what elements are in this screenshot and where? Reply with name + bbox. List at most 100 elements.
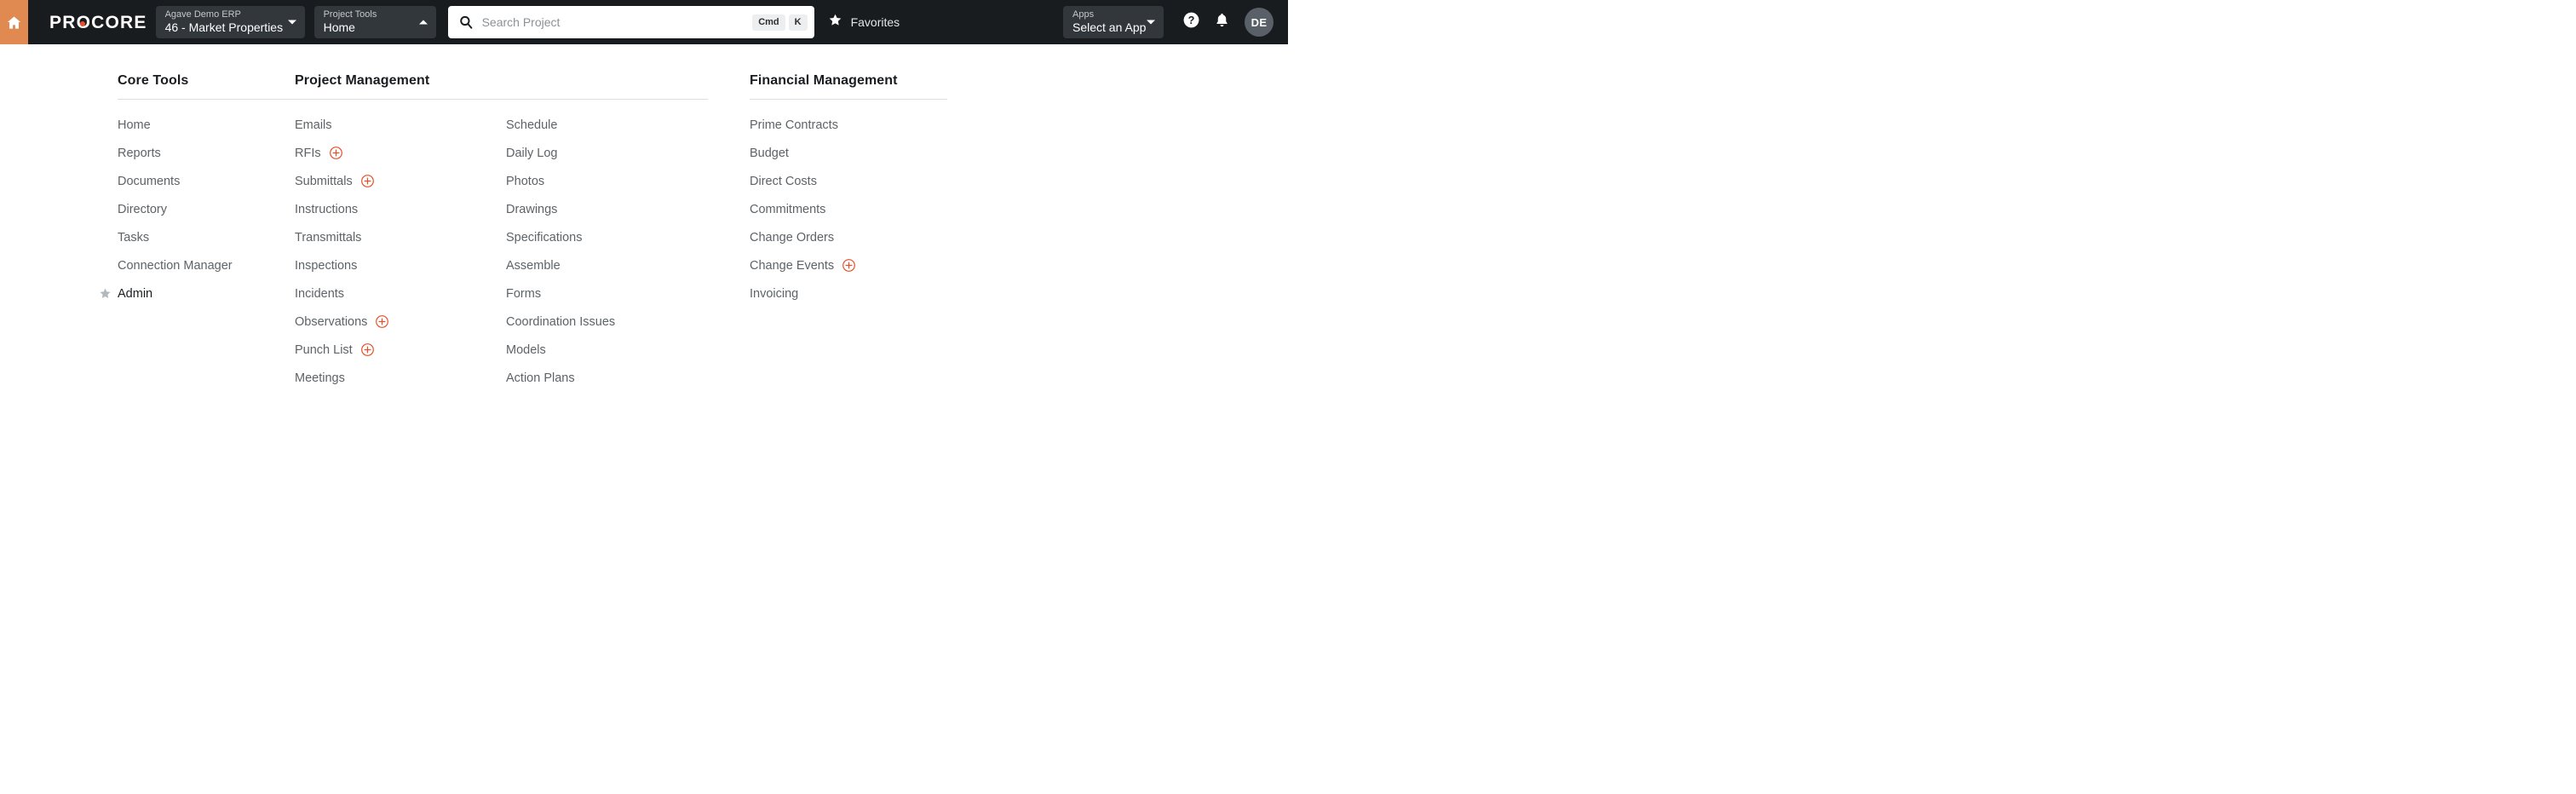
tool-item-inspections[interactable]: Inspections [295, 251, 506, 279]
tool-label: Change Events [750, 258, 835, 273]
tool-column: Emails RFIs Submittals Instructions Tran… [295, 111, 506, 392]
tool-item-change-events[interactable]: Change Events [750, 251, 856, 279]
tool-column: Prime Contracts Budget Direct Costs Comm… [750, 111, 856, 308]
user-avatar[interactable]: DE [1245, 8, 1274, 37]
tool-item-admin[interactable]: Admin [100, 279, 233, 308]
project-tools-selector[interactable]: Project Tools Home [313, 6, 436, 38]
tool-label: Home [118, 118, 151, 132]
tool-label: Instructions [295, 202, 359, 216]
top-navigation-bar: PRO CORE Agave Demo ERP 46 - Market Prope… [0, 0, 1288, 44]
tool-label: Meetings [295, 371, 345, 385]
tool-item-meetings[interactable]: Meetings [295, 364, 506, 392]
brand-logo[interactable]: PRO CORE [28, 0, 147, 44]
tool-label: Schedule [506, 118, 558, 132]
tool-item-rfis[interactable]: RFIs [295, 139, 506, 167]
avatar-initials: DE [1251, 15, 1268, 29]
tool-item-models[interactable]: Models [506, 336, 615, 364]
project-selector-value: 46 - Market Properties [164, 20, 284, 34]
chevron-down-icon [287, 20, 296, 25]
group-title: Project Management [295, 73, 430, 88]
tool-label: Punch List [295, 342, 353, 357]
chevron-down-icon [1147, 20, 1155, 25]
project-selector[interactable]: Agave Demo ERP 46 - Market Properties [155, 6, 305, 38]
tool-item-connection-manager[interactable]: Connection Manager [118, 251, 233, 279]
help-button[interactable]: ? [1178, 9, 1204, 35]
tool-group-project-management: Project Management Emails RFIs Submittal… [237, 73, 708, 392]
bell-icon [1214, 12, 1230, 32]
tool-item-drawings[interactable]: Drawings [506, 195, 615, 223]
tool-item-forms[interactable]: Forms [506, 279, 615, 308]
tool-item-specifications[interactable]: Specifications [506, 223, 615, 251]
search-bar[interactable]: Cmd K [447, 6, 814, 38]
tool-label: Drawings [506, 202, 558, 216]
tool-label: Directory [118, 202, 168, 216]
tool-label: Connection Manager [118, 258, 233, 273]
project-tools-menu: Core Tools Home Reports Documents Direct… [0, 44, 1288, 392]
tool-item-observations[interactable]: Observations [295, 308, 506, 336]
tool-label: Documents [118, 174, 181, 188]
tool-label: Submittals [295, 174, 353, 188]
search-input[interactable] [473, 15, 750, 29]
tool-label: Assemble [506, 258, 561, 273]
favorites-button[interactable]: Favorites [828, 0, 900, 44]
apps-selector[interactable]: Apps Select an App [1063, 6, 1164, 38]
home-icon [6, 14, 22, 31]
tool-item-reports[interactable]: Reports [118, 139, 233, 167]
tool-item-invoicing[interactable]: Invoicing [750, 279, 856, 308]
tool-label: Forms [506, 286, 542, 301]
tool-label: Budget [750, 146, 789, 160]
tool-label: RFIs [295, 146, 321, 160]
tool-label: Invoicing [750, 286, 799, 301]
add-rfi-icon[interactable] [329, 146, 343, 160]
tool-item-home[interactable]: Home [118, 111, 233, 139]
add-punch-item-icon[interactable] [360, 342, 375, 357]
tool-item-budget[interactable]: Budget [750, 139, 856, 167]
tool-item-punch-list[interactable]: Punch List [295, 336, 506, 364]
tool-label: Direct Costs [750, 174, 817, 188]
add-observation-icon[interactable] [375, 314, 389, 329]
group-divider [295, 99, 708, 100]
tool-item-schedule[interactable]: Schedule [506, 111, 615, 139]
tool-item-action-plans[interactable]: Action Plans [506, 364, 615, 392]
tool-group-financial-management: Financial Management Prime Contracts Bud… [692, 73, 1032, 392]
shortcut-key: K [788, 14, 808, 31]
tool-item-daily-log[interactable]: Daily Log [506, 139, 615, 167]
tool-item-submittals[interactable]: Submittals [295, 167, 506, 195]
tool-item-direct-costs[interactable]: Direct Costs [750, 167, 856, 195]
tool-item-instructions[interactable]: Instructions [295, 195, 506, 223]
tool-item-prime-contracts[interactable]: Prime Contracts [750, 111, 856, 139]
brand-dot-icon [79, 21, 85, 26]
home-button[interactable] [0, 0, 28, 44]
tool-item-assemble[interactable]: Assemble [506, 251, 615, 279]
tool-label: Emails [295, 118, 332, 132]
tool-item-commitments[interactable]: Commitments [750, 195, 856, 223]
tool-label: Daily Log [506, 146, 558, 160]
chevron-up-icon [418, 20, 428, 25]
tool-label: Models [506, 342, 546, 357]
tool-label: Observations [295, 314, 368, 329]
tool-item-transmittals[interactable]: Transmittals [295, 223, 506, 251]
tool-item-photos[interactable]: Photos [506, 167, 615, 195]
brand-text-pro: PRO [49, 12, 92, 32]
tool-label: Change Orders [750, 230, 835, 245]
tool-item-incidents[interactable]: Incidents [295, 279, 506, 308]
tool-label: Transmittals [295, 230, 362, 245]
tool-item-documents[interactable]: Documents [118, 167, 233, 195]
add-submittal-icon[interactable] [360, 174, 375, 188]
tool-column: Home Reports Documents Directory Tasks C… [100, 111, 233, 308]
group-title: Financial Management [750, 73, 898, 88]
tool-label: Action Plans [506, 371, 575, 385]
shortcut-modifier-key: Cmd [752, 14, 785, 31]
tool-item-coordination-issues[interactable]: Coordination Issues [506, 308, 615, 336]
tool-item-tasks[interactable]: Tasks [118, 223, 233, 251]
favorite-star-icon[interactable] [99, 287, 118, 300]
tool-item-directory[interactable]: Directory [118, 195, 233, 223]
tool-item-emails[interactable]: Emails [295, 111, 506, 139]
add-change-event-icon[interactable] [842, 258, 856, 273]
tool-label: Incidents [295, 286, 345, 301]
notifications-button[interactable] [1209, 9, 1234, 35]
tool-label: Specifications [506, 230, 583, 245]
tool-item-change-orders[interactable]: Change Orders [750, 223, 856, 251]
project-tools-label: Project Tools [323, 9, 377, 20]
apps-selector-label: Apps [1072, 9, 1095, 20]
